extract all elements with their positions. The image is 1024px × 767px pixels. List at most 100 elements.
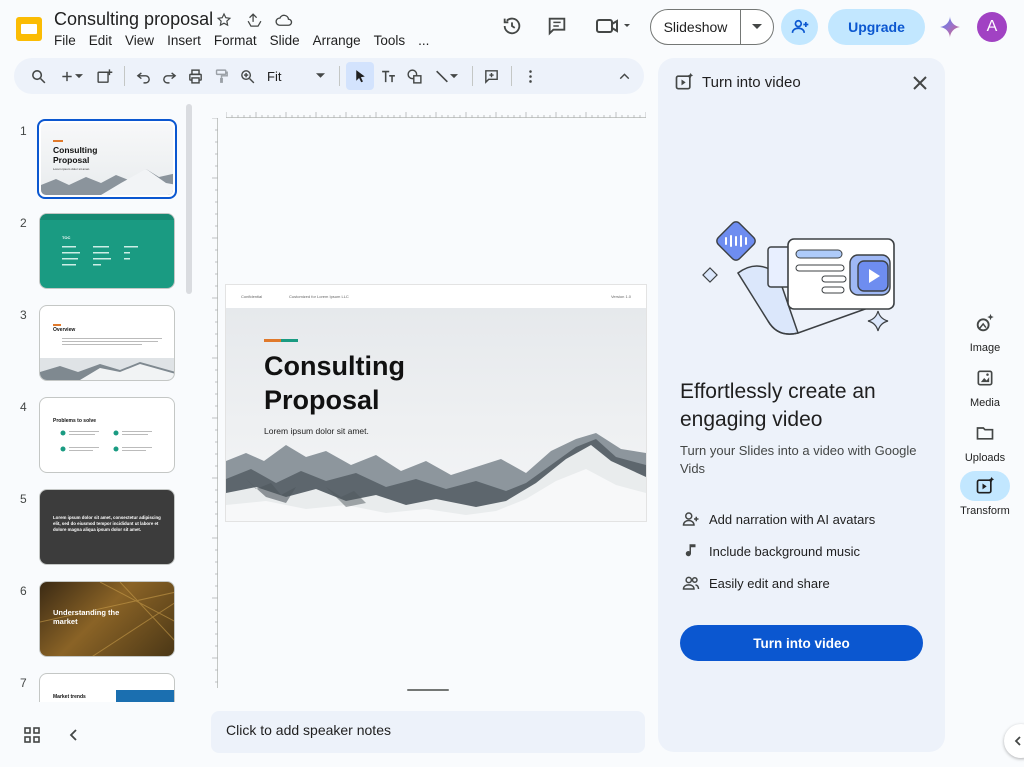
text-box-icon[interactable] — [376, 62, 400, 90]
filmstrip-scrollbar[interactable] — [186, 104, 192, 294]
people-icon — [682, 576, 700, 590]
menu-format[interactable]: Format — [214, 33, 263, 48]
rail-item-image[interactable]: Image — [954, 308, 1016, 354]
slide-thumbnail[interactable]: Market trends — [39, 673, 175, 702]
slide-number: 5 — [20, 492, 27, 506]
filmstrip-slide-4[interactable]: 4 Problems to solve — [0, 380, 186, 473]
video-sparkle-icon — [675, 72, 694, 90]
print-icon[interactable] — [183, 62, 207, 90]
turn-into-video-button[interactable]: Turn into video — [680, 625, 923, 661]
avatar[interactable]: A — [977, 12, 1007, 42]
paint-format-icon[interactable] — [209, 62, 233, 90]
feature-label: Easily edit and share — [709, 575, 830, 591]
menu-arrange[interactable]: Arrange — [313, 33, 367, 48]
filmstrip-slide-6[interactable]: 6 Understanding the market — [0, 564, 186, 657]
filmstrip-slide-3[interactable]: 3 Overview — [0, 288, 186, 381]
add-comment-icon[interactable] — [479, 62, 503, 90]
collapse-side-panel-button[interactable] — [1004, 724, 1024, 758]
star-icon[interactable] — [214, 10, 234, 30]
mountain-image — [41, 169, 173, 195]
slide-thumbnail[interactable]: TOC — [39, 213, 175, 289]
thumbnail-title: TOC — [62, 235, 71, 240]
slideshow-label[interactable]: Slideshow — [651, 10, 741, 44]
filmstrip-slide-5[interactable]: 5 Lorem ipsum dolor sit amet, consectetu… — [0, 472, 186, 565]
slides-logo-icon[interactable] — [14, 14, 44, 44]
toolbar-divider — [472, 66, 473, 86]
menu-file[interactable]: File — [54, 33, 82, 48]
notes-resize-handle[interactable] — [407, 689, 449, 691]
rail-label: Image — [969, 342, 1001, 354]
version-history-icon[interactable] — [500, 14, 524, 38]
slide-title[interactable]: Consulting Proposal — [264, 349, 405, 417]
slide-number: 6 — [20, 584, 27, 598]
chevron-down-icon[interactable] — [741, 10, 773, 44]
zoom-select[interactable]: Fit — [261, 62, 331, 90]
filmstrip-slide-7[interactable]: 7 Market trends — [0, 656, 186, 702]
redo-icon[interactable] — [157, 62, 181, 90]
slide-header-right: Version 1.0 — [610, 294, 631, 299]
panel-header: Turn into video — [674, 72, 801, 92]
vertical-ruler — [212, 118, 218, 688]
collapse-filmstrip-icon[interactable] — [66, 727, 82, 748]
close-icon[interactable] — [911, 74, 929, 92]
menu-tools[interactable]: Tools — [374, 33, 412, 48]
text-lines — [62, 338, 162, 345]
rail-item-transform[interactable]: Transform — [954, 471, 1016, 517]
menu-insert[interactable]: Insert — [167, 33, 207, 48]
toolbar-divider — [124, 66, 125, 86]
music-note-icon — [685, 544, 696, 557]
menu-view[interactable]: View — [125, 33, 160, 48]
document-title[interactable]: Consulting proposal — [54, 9, 213, 30]
upgrade-button[interactable]: Upgrade — [828, 9, 925, 45]
gemini-sparkle-icon[interactable] — [938, 15, 962, 39]
slide-thumbnail[interactable]: Overview — [39, 305, 175, 381]
slide-number: 1 — [20, 124, 27, 138]
rail-item-uploads[interactable]: Uploads — [954, 418, 1016, 464]
new-slide-button[interactable] — [52, 62, 90, 90]
line-tool-icon[interactable] — [428, 62, 464, 90]
add-slide-icon[interactable] — [92, 62, 116, 90]
grid-view-icon[interactable] — [24, 727, 40, 748]
shape-icon[interactable] — [402, 62, 426, 90]
select-tool-icon[interactable] — [346, 62, 374, 90]
thumbnail-title: Problems to solve — [53, 418, 97, 424]
problem-list — [60, 430, 152, 452]
speaker-notes[interactable]: Click to add speaker notes — [211, 711, 645, 753]
slide-number: 2 — [20, 216, 27, 230]
feature-label: Add narration with AI avatars — [709, 511, 876, 527]
slide-thumbnail[interactable]: Consulting Proposal Lorem ipsum dolor si… — [37, 119, 177, 199]
share-button[interactable] — [781, 9, 818, 45]
comments-icon[interactable] — [545, 14, 569, 38]
move-folder-icon[interactable] — [244, 10, 264, 30]
meet-icon[interactable] — [594, 14, 634, 38]
thumbnail-title: Market trends — [53, 694, 86, 700]
menu-bar: File Edit View Insert Format Slide Arran… — [54, 33, 442, 48]
search-menus-icon[interactable] — [26, 62, 50, 90]
panel-description: Turn your Slides into a video with Googl… — [680, 443, 917, 476]
slide-canvas[interactable]: Confidential Customized for Lorem Ipsum … — [226, 285, 646, 521]
turn-into-video-panel: Turn into video Effortlessly create an e… — [658, 58, 945, 752]
transform-icon — [960, 471, 1010, 501]
cloud-saved-icon[interactable] — [274, 10, 294, 30]
slideshow-button[interactable]: Slideshow — [650, 9, 774, 45]
menu-slide[interactable]: Slide — [270, 33, 306, 48]
chevron-up-icon[interactable] — [612, 62, 636, 90]
slide-thumbnail[interactable]: Understanding the market — [39, 581, 175, 657]
rail-label: Media — [970, 397, 1000, 409]
zoom-value: Fit — [267, 68, 282, 84]
mountain-image — [40, 358, 174, 380]
filmstrip-slide-1[interactable]: 1 Consulting Proposal Lorem ipsum dolor … — [0, 104, 186, 199]
more-options-icon[interactable] — [518, 62, 542, 90]
thumbnail-title: Lorem ipsum dolor sit amet, consectetur … — [53, 515, 161, 532]
menu-more[interactable]: ... — [418, 33, 435, 48]
feature-share: Easily edit and share — [682, 574, 830, 592]
slide-thumbnail[interactable]: Lorem ipsum dolor sit amet, consectetur … — [39, 489, 175, 565]
undo-icon[interactable] — [131, 62, 155, 90]
rail-item-media[interactable]: Media — [954, 363, 1016, 409]
slide-thumbnail[interactable]: Problems to solve — [39, 397, 175, 473]
mountain-image[interactable] — [226, 431, 646, 521]
zoom-icon[interactable] — [235, 62, 259, 90]
menu-edit[interactable]: Edit — [89, 33, 118, 48]
filmstrip-slide-2[interactable]: 2 TOC — [0, 196, 186, 289]
slide-title-line1: Consulting — [264, 351, 405, 381]
